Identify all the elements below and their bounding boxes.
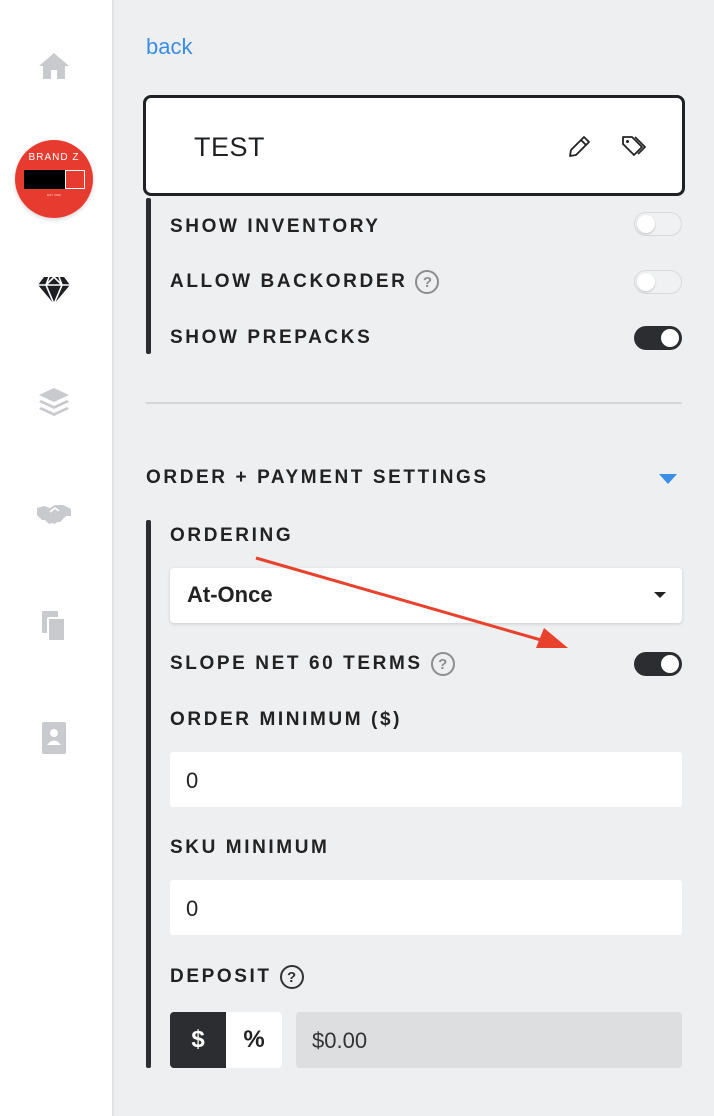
brand-logo[interactable]: BRAND Z EST. 2020 (15, 140, 93, 218)
pencil-icon[interactable] (564, 132, 594, 162)
brand-logo-subtext: EST. 2020 (47, 193, 61, 197)
handshake-icon[interactable] (36, 496, 72, 532)
page-title: TEST (194, 132, 266, 162)
layers-icon[interactable] (36, 384, 72, 420)
contact-card-icon[interactable] (36, 720, 72, 756)
diamond-icon[interactable] (36, 272, 72, 308)
title-card: TEST (143, 95, 685, 196)
brand-logo-text: BRAND Z (28, 152, 80, 163)
settings-panel: back TEST SHOW INVENTORY ALLOW BACKORDER… (116, 0, 714, 1116)
sidebar: BRAND Z EST. 2020 (0, 0, 114, 1116)
home-icon[interactable] (36, 48, 72, 84)
tag-icon[interactable] (620, 132, 650, 162)
documents-icon[interactable] (36, 608, 72, 644)
